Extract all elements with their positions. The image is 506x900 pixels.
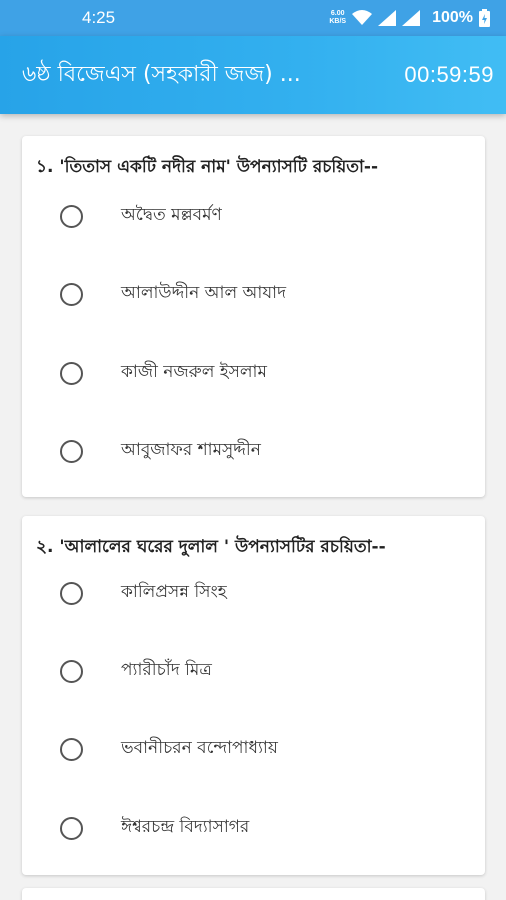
question-card: ১. 'তিতাস একটি নদীর নাম' উপন্যাসটি রচয়ি… xyxy=(22,136,485,497)
question-text: ১. 'তিতাস একটি নদীর নাম' উপন্যাসটি রচয়ি… xyxy=(36,157,379,177)
option-label: প্যারীচাঁদ মিত্র xyxy=(121,660,212,680)
question-text: ২. 'আলালের ঘরের দুলাল ' উপন্যাসটির রচয়ি… xyxy=(36,537,386,557)
countdown-timer: 00:59:59 xyxy=(404,62,494,87)
status-icons: 6.00 KB/S 100% xyxy=(329,9,490,27)
question-card-partial xyxy=(22,888,485,900)
status-bar: 4:25 6.00 KB/S 100% xyxy=(0,0,506,36)
option-label: ঈশ্বরচন্দ্র বিদ্যাসাগর xyxy=(121,817,250,837)
option-item[interactable]: কালিপ্রসন্ন সিংহ xyxy=(60,570,460,616)
option-label: অদ্বৈত মল্লবর্মণ xyxy=(121,205,222,225)
option-item[interactable]: আলাউদ্দীন আল আযাদ xyxy=(60,271,460,317)
option-item[interactable]: আবুজাফর শামসুদ্দীন xyxy=(60,428,460,474)
radio-button[interactable] xyxy=(60,659,83,683)
battery-percentage: 100% xyxy=(432,9,473,26)
option-label: কাজী নজরুল ইসলাম xyxy=(121,362,267,382)
net-speed-unit: KB/S xyxy=(329,18,347,25)
option-item[interactable]: কাজী নজরুল ইসলাম xyxy=(60,350,460,396)
exam-title: ৬ষ্ঠ বিজেএস (সহকারী জজ) ... xyxy=(22,61,301,87)
signal-icon-secondary xyxy=(402,10,421,26)
app-bar: ৬ষ্ঠ বিজেএস (সহকারী জজ) ... 00:59:59 xyxy=(0,36,506,114)
option-label: কালিপ্রসন্ন সিংহ xyxy=(121,582,227,602)
battery-charging-icon xyxy=(479,9,490,27)
radio-button[interactable] xyxy=(60,439,83,463)
option-label: আবুজাফর শামসুদ্দীন xyxy=(121,440,261,460)
radio-button[interactable] xyxy=(60,816,83,840)
option-item[interactable]: প্যারীচাঁদ মিত্র xyxy=(60,648,460,694)
status-time: 4:25 xyxy=(82,8,116,27)
signal-icon xyxy=(378,10,397,26)
option-item[interactable]: ঈশ্বরচন্দ্র বিদ্যাসাগর xyxy=(60,805,460,851)
wifi-icon xyxy=(352,10,373,25)
radio-button[interactable] xyxy=(60,282,83,306)
net-speed-indicator: 6.00 KB/S xyxy=(329,10,346,26)
option-item[interactable]: অদ্বৈত মল্লবর্মণ xyxy=(60,193,460,239)
option-item[interactable]: ভবানীচরন বন্দোপাধ্যায় xyxy=(60,726,460,772)
net-speed-value: 6.00 xyxy=(330,10,345,17)
radio-button[interactable] xyxy=(60,204,83,228)
question-card: ২. 'আলালের ঘরের দুলাল ' উপন্যাসটির রচয়ি… xyxy=(22,516,485,875)
option-label: ভবানীচরন বন্দোপাধ্যায় xyxy=(121,738,278,758)
radio-button[interactable] xyxy=(60,581,83,605)
option-label: আলাউদ্দীন আল আযাদ xyxy=(121,283,287,303)
radio-button[interactable] xyxy=(60,737,83,761)
radio-button[interactable] xyxy=(60,361,83,385)
